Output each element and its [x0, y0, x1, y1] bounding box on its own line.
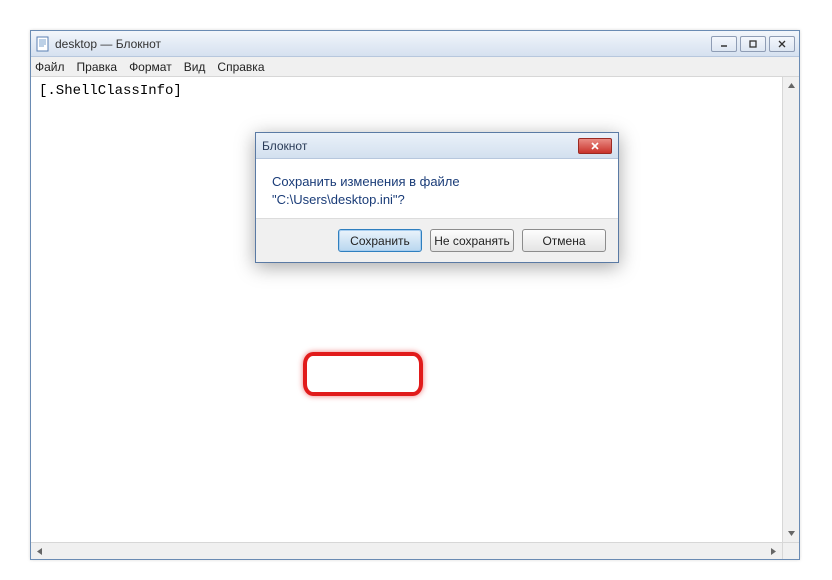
dialog-message-line2: "C:\Users\desktop.ini"? — [272, 191, 602, 209]
notepad-icon — [35, 36, 51, 52]
scroll-left-icon[interactable] — [31, 543, 48, 560]
save-dialog: Блокнот Сохранить изменения в файле "C:\… — [255, 132, 619, 263]
save-button-label: Сохранить — [350, 234, 410, 248]
dialog-footer: Сохранить Не сохранять Отмена — [256, 218, 618, 262]
text-content[interactable]: [.ShellClassInfo] — [31, 77, 799, 105]
menu-format[interactable]: Формат — [129, 60, 172, 74]
menubar: Файл Правка Формат Вид Справка — [31, 57, 799, 77]
dont-save-button-label: Не сохранять — [434, 234, 510, 248]
scroll-right-icon[interactable] — [765, 543, 782, 560]
menu-view[interactable]: Вид — [184, 60, 206, 74]
window-controls — [711, 36, 795, 52]
window-title: desktop — Блокнот — [55, 37, 711, 51]
dialog-message-line1: Сохранить изменения в файле — [272, 173, 602, 191]
scroll-down-icon[interactable] — [783, 525, 800, 542]
menu-help[interactable]: Справка — [217, 60, 264, 74]
maximize-button[interactable] — [740, 36, 766, 52]
dialog-title: Блокнот — [262, 139, 578, 153]
cancel-button[interactable]: Отмена — [522, 229, 606, 252]
dialog-message: Сохранить изменения в файле "C:\Users\de… — [256, 159, 618, 218]
vertical-scrollbar[interactable] — [782, 77, 799, 542]
notepad-window: desktop — Блокнот Файл Правка Формат Вид… — [30, 30, 800, 560]
scroll-up-icon[interactable] — [783, 77, 800, 94]
menu-edit[interactable]: Правка — [77, 60, 118, 74]
menu-file[interactable]: Файл — [35, 60, 65, 74]
dont-save-button[interactable]: Не сохранять — [430, 229, 514, 252]
cancel-button-label: Отмена — [542, 234, 585, 248]
titlebar[interactable]: desktop — Блокнот — [31, 31, 799, 57]
dialog-close-button[interactable] — [578, 138, 612, 154]
horizontal-scrollbar[interactable] — [31, 542, 782, 559]
scroll-corner — [782, 542, 799, 559]
close-button[interactable] — [769, 36, 795, 52]
minimize-button[interactable] — [711, 36, 737, 52]
dialog-titlebar[interactable]: Блокнот — [256, 133, 618, 159]
save-button[interactable]: Сохранить — [338, 229, 422, 252]
